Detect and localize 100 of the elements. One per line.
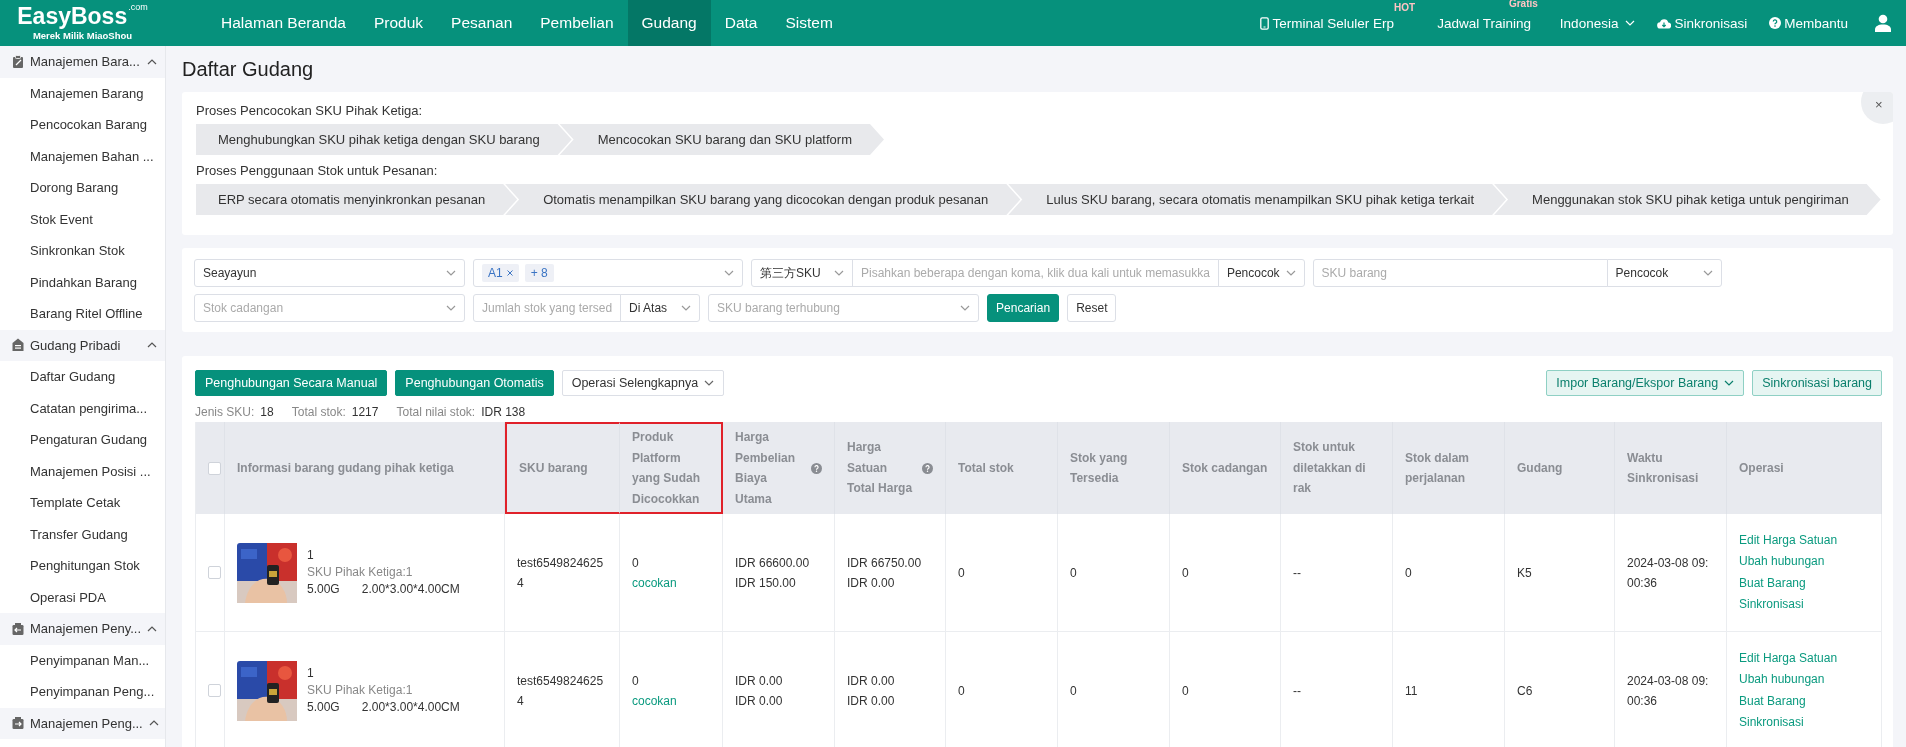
input-field[interactable]: SKU barang [1312, 259, 1608, 287]
input-field[interactable]: Pisahkan beberapa dengan koma, klik dua kali untuk memasukka [852, 259, 1219, 287]
sidebar-item[interactable]: Dorong Barang [0, 172, 165, 204]
third-party-sku: SKU Pihak Ketiga:1 [307, 564, 414, 581]
input-field[interactable]: Jumlah stok yang tersed [473, 294, 622, 322]
table-cell-text: IDR 150.00 [735, 574, 797, 592]
reset-button[interactable]: Reset [1067, 294, 1117, 322]
badge-label: HOT [1394, 1, 1416, 13]
match-link[interactable]: cocokan [632, 572, 677, 593]
table-cell-text: K5 [1517, 564, 1533, 582]
sidebar-item[interactable]: Manajemen Posisi ... [0, 455, 165, 487]
sidebar-section[interactable]: Manajemen Bara... [0, 46, 165, 78]
nav-tab[interactable]: Gudang [627, 0, 711, 46]
item-title: 1 [307, 547, 315, 564]
help-link[interactable]: Membantu [1769, 15, 1848, 31]
item-title: 1 [307, 665, 315, 682]
sync-link[interactable]: Sinkronisasi [1657, 15, 1748, 31]
operation-link[interactable]: Edit Harga Satuan [1739, 531, 1838, 549]
page-title: Daftar Gudang [182, 57, 314, 81]
app-link[interactable]: Terminal Seluler Erp [1260, 15, 1395, 31]
sidebar-item[interactable]: Catatan pengirima... [0, 392, 165, 424]
table-cell-text: 0 [1070, 682, 1078, 700]
table-cell-text: IDR 66750.00 [847, 554, 923, 572]
sidebar-section[interactable]: Manajemen Peny... [0, 613, 165, 645]
stat-label: Total stok: 1217 [291, 405, 379, 419]
sidebar-item[interactable]: Pencocokan Barang [0, 109, 165, 141]
operation-link[interactable]: Edit Harga Satuan [1739, 649, 1838, 667]
stat-label: Total nilai stok: IDR 138 [396, 405, 526, 419]
operation-link[interactable]: Ubah hubungan [1739, 671, 1825, 689]
item-dimensions: 2.00*3.00*4.00CM [361, 581, 460, 598]
item-weight: 5.00G [307, 699, 340, 716]
nav-tab[interactable]: Sistem [771, 0, 847, 46]
sidebar-item[interactable]: Template Cetak [0, 487, 165, 519]
dropdown-field[interactable]: Stok cadangan [194, 294, 465, 322]
sidebar-item[interactable]: Operasi PDA [0, 581, 165, 613]
operation-link[interactable]: Sinkronisasi [1739, 714, 1804, 732]
search-button[interactable]: Pencarian [987, 294, 1060, 322]
sidebar-item[interactable]: Transfer Gudang [0, 518, 165, 550]
table-cell-text: IDR 0.00 [847, 672, 896, 690]
process-title: Proses Penggunaan Stok untuk Pesanan: [196, 163, 438, 178]
sidebar-item[interactable]: Pengaturan Gudang [0, 424, 165, 456]
table-cell-text: 0 [632, 672, 640, 690]
language-dropdown[interactable]: Indonesia [1559, 15, 1636, 31]
nav-tab[interactable]: Data [710, 0, 772, 46]
table-cell-text: test65498246254 [517, 554, 605, 592]
nav-tab[interactable]: Pesanan [437, 0, 527, 46]
logo-tagline: Merek Milik MiaoShou [32, 29, 133, 42]
sidebar-item[interactable]: Sinkronkan Stok [0, 235, 165, 267]
table-cell-text: IDR 0.00 [735, 692, 784, 710]
sidebar-item[interactable]: Manajemen Bahan ... [0, 140, 165, 172]
logo-text: EasyBoss [17, 4, 128, 27]
operation-link[interactable]: Buat Barang [1739, 692, 1806, 710]
tag-select-field[interactable]: A1 + 8 [473, 259, 743, 287]
dropdown-field[interactable]: Pencocok [1217, 259, 1305, 287]
table-cell-text: 0 [1182, 682, 1190, 700]
match-link[interactable]: cocokan [632, 690, 677, 711]
close-button[interactable]: × [1861, 92, 1893, 124]
process-step: Menggunakan stok SKU pihak ketiga untuk pengiriman [1494, 184, 1881, 215]
process-step: Lulus SKU barang, secara otomatis menampilkan SKU pihak ketiga terkait [1008, 184, 1507, 215]
process-title: Proses Pencocokan SKU Pihak Ketiga: [196, 103, 423, 118]
sidebar-item[interactable]: Stok Event [0, 203, 165, 235]
table-cell-text: 11 [1405, 682, 1419, 700]
table-cell-text: 0 [632, 554, 640, 572]
sidebar-section[interactable]: Gudang Pribadi [0, 329, 165, 361]
table-cell-text: C6 [1517, 682, 1534, 700]
operation-link[interactable]: Buat Barang [1739, 574, 1806, 592]
sidebar-item[interactable]: Barang Ritel Offline [0, 298, 165, 330]
filter-tag[interactable]: A1 [482, 264, 519, 282]
dropdown-field[interactable]: SKU barang terhubung [708, 294, 980, 322]
table-cell-text: IDR 0.00 [847, 574, 896, 592]
table-cell-text: IDR 0.00 [735, 672, 784, 690]
sidebar-item[interactable]: Penghitungan Stok [0, 550, 165, 582]
nav-tab[interactable]: Pembelian [526, 0, 628, 46]
table-cell-text: 0 [958, 682, 966, 700]
sidebar-item[interactable]: Daftar Gudang [0, 361, 165, 393]
process-step: ERP secara otomatis menyinkronkan pesanan [196, 184, 518, 215]
table-cell-text: 0 [1182, 564, 1190, 582]
table-cell-text: test65498246254 [517, 672, 605, 710]
dropdown-field[interactable]: Pencocok [1606, 259, 1722, 287]
nav-tab[interactable]: Produk [359, 0, 438, 46]
table-cell-text: -- [1293, 564, 1302, 582]
table-cell-text: 2024-03-08 09:00:36 [1627, 672, 1710, 710]
logo-suffix: .com [128, 2, 148, 12]
sidebar-item[interactable]: Pindahkan Barang [0, 266, 165, 298]
sidebar-item[interactable]: Manajemen Barang [0, 77, 165, 109]
sidebar-section[interactable]: Manajemen Peng... [0, 707, 165, 739]
third-party-sku: SKU Pihak Ketiga:1 [307, 682, 414, 699]
operation-link[interactable]: Ubah hubungan [1739, 553, 1825, 571]
training-link[interactable]: Jadwal Training [1437, 15, 1531, 31]
stat-label: Jenis SKU: 18 [195, 405, 274, 419]
sidebar-item[interactable]: Penyimpanan Man... [0, 644, 165, 676]
dropdown-field[interactable]: Di Atas [620, 294, 701, 322]
item-dimensions: 2.00*3.00*4.00CM [361, 699, 460, 716]
sidebar-item[interactable]: Penyimpanan Peng... [0, 676, 165, 708]
process-step: Mencocokan SKU barang dan SKU platform [559, 124, 884, 155]
table-cell-text: IDR 0.00 [847, 692, 896, 710]
nav-tab[interactable]: Halaman Beranda [207, 0, 360, 46]
dropdown-field[interactable]: Seayayun [194, 259, 465, 287]
operation-link[interactable]: Sinkronisasi [1739, 596, 1804, 614]
dropdown-field[interactable]: 第三方SKU [751, 259, 853, 287]
